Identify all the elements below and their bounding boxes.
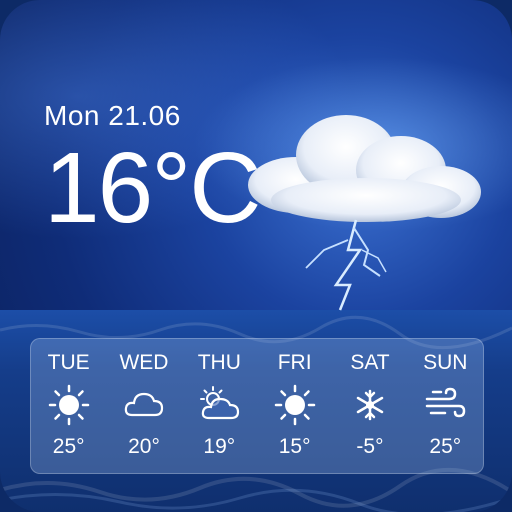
day-name: SUN	[423, 351, 468, 374]
forecast-day[interactable]: SAT -5°	[336, 339, 404, 473]
forecast-panel: TUE 25° WED 20° THU 19° FRI 15° SAT -5° …	[30, 338, 484, 474]
weather-app: Mon 21.06 16°C TUE 25° WED 20° THU 19° F…	[0, 0, 512, 512]
wind-icon	[426, 387, 466, 418]
forecast-day[interactable]: THU 19°	[185, 339, 253, 473]
sun-icon	[274, 384, 315, 426]
day-temperature: 20°	[128, 435, 160, 458]
day-temperature: 19°	[203, 435, 236, 458]
day-name: WED	[119, 351, 169, 374]
day-name: TUE	[47, 351, 90, 374]
day-name: SAT	[350, 351, 390, 374]
current-date: Mon 21.06	[44, 100, 181, 131]
day-temperature: 25°	[429, 435, 462, 458]
current-temperature: 16°C	[44, 132, 261, 244]
day-name: THU	[197, 351, 241, 374]
day-temperature: 15°	[278, 435, 311, 458]
forecast-day[interactable]: TUE 25°	[35, 339, 103, 473]
cloud-icon	[124, 392, 164, 417]
snowflake-icon	[356, 389, 384, 421]
forecast-day[interactable]: FRI 15°	[261, 339, 329, 473]
day-temperature: 25°	[52, 435, 85, 458]
sun-icon	[48, 384, 89, 426]
forecast-day[interactable]: SUN 25°	[411, 339, 479, 473]
thunderstorm-icon	[248, 115, 481, 311]
partly-cloudy-icon	[200, 386, 240, 420]
day-name: FRI	[277, 351, 312, 374]
day-temperature: -5°	[356, 435, 384, 458]
forecast-day[interactable]: WED 20°	[110, 339, 178, 473]
